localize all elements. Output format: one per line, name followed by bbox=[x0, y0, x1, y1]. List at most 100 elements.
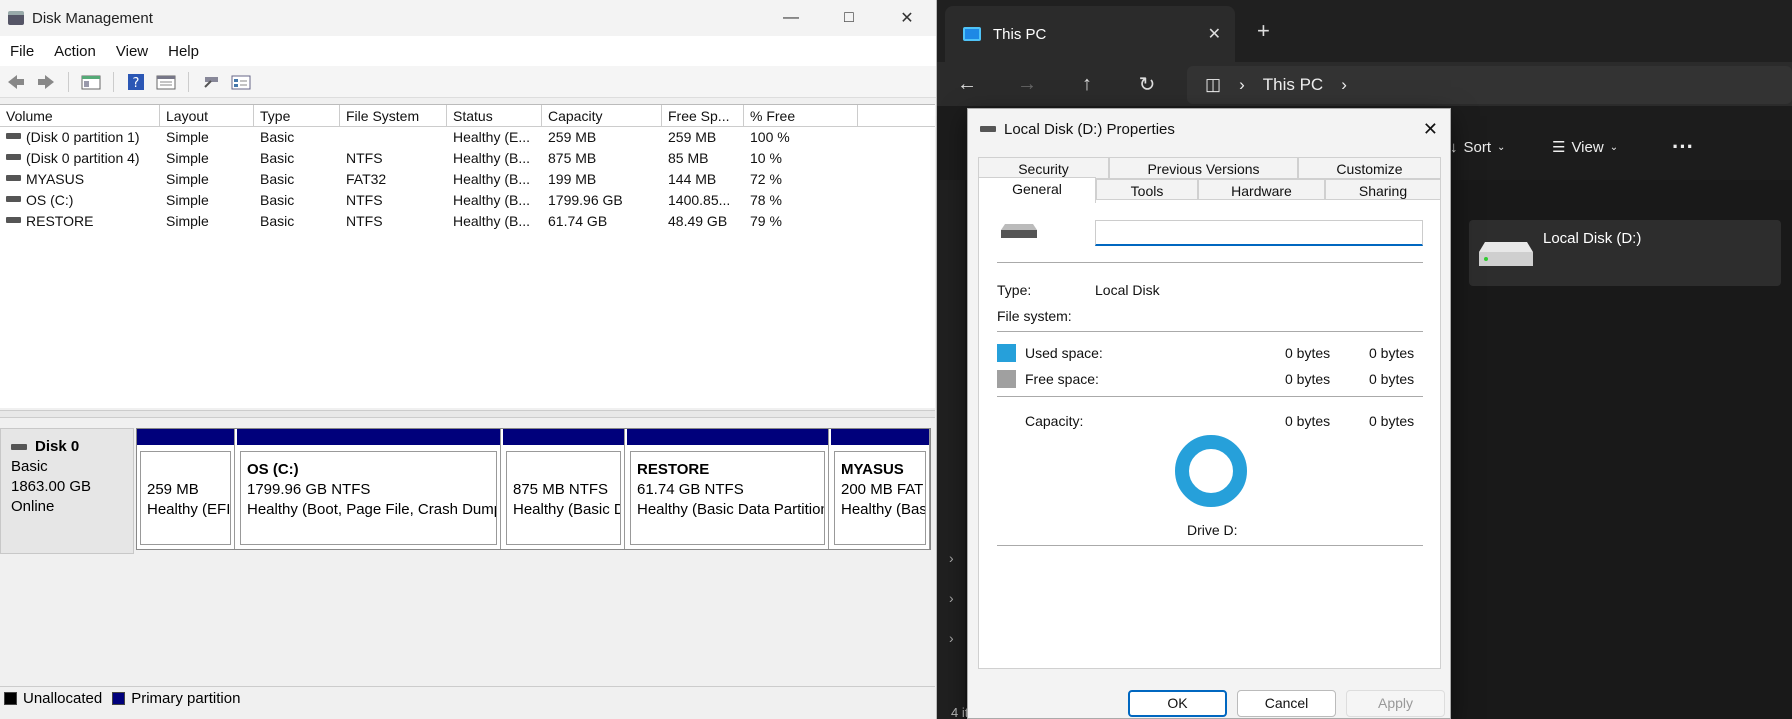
menu-view[interactable]: View bbox=[106, 43, 158, 60]
close-button[interactable]: ✕ bbox=[878, 0, 936, 36]
table-cell: Simple bbox=[160, 148, 254, 169]
forward-arrow-icon[interactable]: → bbox=[997, 73, 1057, 96]
cell-text: 72 % bbox=[750, 171, 782, 187]
partition-size: 200 MB FAT bbox=[841, 481, 924, 498]
chevron-right-icon[interactable]: › bbox=[1341, 75, 1347, 95]
partition-name bbox=[513, 460, 616, 480]
cell-text: OS (C:) bbox=[26, 192, 74, 208]
table-row[interactable]: MYASUS Simple Basic FAT32 Healthy (B... 199 M… bbox=[0, 169, 935, 190]
tab-customize[interactable]: Customize bbox=[1298, 157, 1441, 179]
cell-text: Simple bbox=[166, 192, 209, 208]
address-crumb[interactable]: This PC bbox=[1263, 75, 1323, 95]
tab-previous-versions[interactable]: Previous Versions bbox=[1109, 157, 1298, 179]
tab-sharing[interactable]: Sharing bbox=[1325, 179, 1441, 201]
cell-text: NTFS bbox=[346, 213, 383, 229]
column-header-capacity[interactable]: Capacity bbox=[542, 105, 662, 126]
refresh-icon[interactable]: ↻ bbox=[1117, 72, 1177, 97]
partition-block[interactable]: 259 MB Healthy (EFI bbox=[137, 429, 235, 549]
expand-chevron-icon[interactable]: › bbox=[949, 550, 954, 566]
tab-tools[interactable]: Tools bbox=[1096, 179, 1198, 201]
column-header-layout[interactable]: Layout bbox=[160, 105, 254, 126]
general-tab-panel: Type: Local Disk File system: Used space… bbox=[978, 199, 1441, 669]
column-header-file-system[interactable]: File System bbox=[340, 105, 447, 126]
maximize-button[interactable]: □ bbox=[820, 0, 878, 36]
new-tab-icon[interactable]: + bbox=[1257, 18, 1270, 44]
back-icon[interactable] bbox=[4, 71, 28, 93]
table-cell: 61.74 GB bbox=[542, 211, 662, 232]
expand-chevron-icon[interactable]: › bbox=[949, 630, 954, 646]
cell-text: 199 MB bbox=[548, 171, 597, 187]
cell-text: Basic bbox=[260, 129, 295, 145]
volume-name-input[interactable] bbox=[1095, 220, 1423, 246]
primary-partition-swatch bbox=[112, 692, 126, 705]
cell-text: Healthy (E... bbox=[453, 129, 531, 145]
disk-0-label[interactable]: Disk 0 Basic 1863.00 GB Online bbox=[0, 428, 134, 554]
connect-icon[interactable] bbox=[199, 71, 223, 93]
partition-block[interactable]: MYASUS 200 MB FAT Healthy (Bas bbox=[831, 429, 930, 549]
table-row[interactable]: (Disk 0 partition 1) Simple Basic Healthy (… bbox=[0, 127, 935, 148]
table-cell: Healthy (B... bbox=[447, 169, 542, 190]
table-cell: NTFS bbox=[340, 211, 447, 232]
cell-text: Simple bbox=[166, 150, 209, 166]
apply-button[interactable]: Apply bbox=[1346, 690, 1445, 717]
cell-text: Simple bbox=[166, 129, 209, 145]
sort-icon: ↓ bbox=[1450, 138, 1458, 156]
table-row[interactable]: RESTORE Simple Basic NTFS Healthy (B... 61.74… bbox=[0, 211, 935, 232]
drive-tile-local-disk-d[interactable]: Local Disk (D:) bbox=[1469, 220, 1781, 286]
cell-text: 79 % bbox=[750, 213, 782, 229]
menu-action[interactable]: Action bbox=[44, 43, 106, 60]
help-icon[interactable]: ? bbox=[124, 71, 148, 93]
tab-hardware[interactable]: Hardware bbox=[1198, 179, 1325, 201]
table-cell: OS (C:) bbox=[0, 190, 160, 211]
expand-chevron-icon[interactable]: › bbox=[949, 590, 954, 606]
minimize-button[interactable]: — bbox=[762, 0, 820, 36]
partition-block[interactable]: OS (C:) 1799.96 GB NTFS Healthy (Boot, P… bbox=[237, 429, 501, 549]
table-cell: Basic bbox=[254, 190, 340, 211]
cell-text: Healthy (B... bbox=[453, 150, 531, 166]
view-button[interactable]: ☰ View ⌄ bbox=[1552, 138, 1619, 157]
legend-bar: Unallocated Primary partition bbox=[0, 686, 935, 710]
table-row[interactable]: (Disk 0 partition 4) Simple Basic NTFS Healt… bbox=[0, 148, 935, 169]
dialog-close-icon[interactable]: ✕ bbox=[1423, 119, 1438, 140]
volume-list: Volume Layout Type File System Status Ca… bbox=[0, 104, 935, 408]
ok-button[interactable]: OK bbox=[1128, 690, 1227, 717]
tab-general[interactable]: General bbox=[978, 177, 1096, 203]
toolbar: ? bbox=[0, 66, 936, 98]
settings-list-icon[interactable] bbox=[229, 71, 253, 93]
cell-text: 61.74 GB bbox=[548, 213, 608, 229]
column-header-type[interactable]: Type bbox=[254, 105, 340, 126]
column-header-free-space[interactable]: Free Sp... bbox=[662, 105, 744, 126]
column-header-status[interactable]: Status bbox=[447, 105, 542, 126]
table-row[interactable]: OS (C:) Simple Basic NTFS Healthy (B... 1799.… bbox=[0, 190, 935, 211]
partition-block[interactable]: 875 MB NTFS Healthy (Basic D bbox=[503, 429, 625, 549]
partition-block[interactable]: RESTORE 61.74 GB NTFS Healthy (Basic Dat… bbox=[627, 429, 829, 549]
tab-security[interactable]: Security bbox=[978, 157, 1109, 179]
more-options-icon[interactable]: ··· bbox=[1672, 134, 1694, 160]
cell-text: 259 MB bbox=[668, 129, 717, 145]
unallocated-swatch bbox=[4, 692, 17, 705]
cancel-button[interactable]: Cancel bbox=[1237, 690, 1336, 717]
column-header-percent-free[interactable]: % Free bbox=[744, 105, 858, 126]
table-cell: 144 MB bbox=[662, 169, 744, 190]
pane-splitter[interactable] bbox=[0, 410, 935, 418]
menu-file[interactable]: File bbox=[0, 43, 44, 60]
forward-icon[interactable] bbox=[34, 71, 58, 93]
sort-button[interactable]: ↓ Sort ⌄ bbox=[1450, 139, 1505, 156]
chevron-right-icon[interactable]: › bbox=[1239, 75, 1245, 95]
show-hide-console-tree-icon[interactable] bbox=[79, 71, 103, 93]
table-cell: Basic bbox=[254, 127, 340, 148]
up-arrow-icon[interactable]: ↑ bbox=[1057, 73, 1117, 96]
chevron-down-icon: ⌄ bbox=[1609, 141, 1619, 153]
close-tab-icon[interactable]: ✕ bbox=[1208, 24, 1221, 44]
table-cell: 259 MB bbox=[662, 127, 744, 148]
cell-text: Healthy (B... bbox=[453, 192, 531, 208]
back-arrow-icon[interactable]: ← bbox=[937, 73, 997, 96]
properties-icon[interactable] bbox=[154, 71, 178, 93]
dialog-title: Local Disk (D:) Properties bbox=[1004, 120, 1175, 138]
tab-this-pc[interactable]: This PC ✕ bbox=[945, 6, 1235, 62]
menu-help[interactable]: Help bbox=[158, 43, 209, 60]
address-bar[interactable]: ◫ › This PC › bbox=[1187, 66, 1792, 104]
column-header-volume[interactable]: Volume bbox=[0, 105, 160, 126]
status-bar-item-count: 4 it bbox=[951, 705, 969, 719]
table-cell: 48.49 GB bbox=[662, 211, 744, 232]
